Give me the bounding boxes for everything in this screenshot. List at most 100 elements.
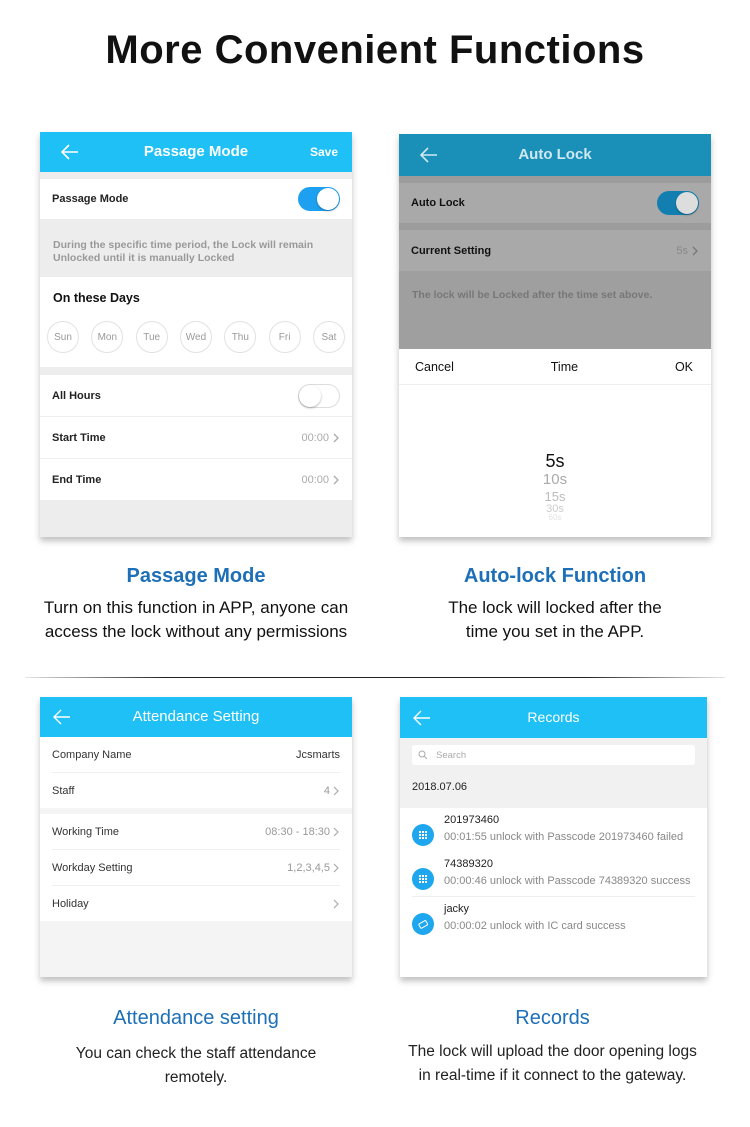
attendance-setting-screen: Attendance Setting Company Name Jcsmarts… bbox=[40, 697, 352, 977]
caption-text-line: access the lock without any permissions bbox=[44, 622, 348, 641]
search-and-date: Search 2018.07.06 bbox=[400, 738, 707, 808]
row-value: Jcsmarts bbox=[296, 748, 340, 761]
day-button-tue[interactable]: Tue bbox=[135, 321, 168, 353]
start-time-label: Start Time bbox=[52, 431, 106, 444]
company-name-row[interactable]: Company Name Jcsmarts bbox=[40, 737, 352, 772]
passage-description: During the specific time period, the Loc… bbox=[40, 219, 352, 277]
row-value: 1,2,3,4,5 bbox=[287, 861, 330, 874]
start-time-row[interactable]: Start Time 00:00 bbox=[40, 417, 352, 458]
auto-lock-description: The lock will be Locked after the time s… bbox=[399, 271, 711, 349]
day-button-sat[interactable]: Sat bbox=[312, 321, 345, 353]
passage-caption: Passage Mode Turn on this function in AP… bbox=[0, 565, 392, 644]
spacer bbox=[399, 223, 711, 230]
caption-heading: Attendance setting bbox=[113, 1007, 279, 1029]
screen-title: Passage Mode bbox=[143, 143, 249, 160]
row-label: Workday Setting bbox=[52, 861, 133, 874]
search-input[interactable]: Search bbox=[412, 745, 695, 765]
end-time-value: 00:00 bbox=[301, 473, 329, 486]
days-section: On these Days Sun Mon Tue Wed Thu Fri Sat bbox=[40, 277, 352, 367]
card-icon bbox=[412, 913, 434, 935]
day-button-thu[interactable]: Thu bbox=[224, 321, 257, 353]
chevron-right-icon bbox=[333, 899, 339, 908]
working-time-row[interactable]: Working Time 08:30 - 18:30 bbox=[40, 814, 352, 849]
record-name: 74389320 bbox=[444, 858, 493, 870]
spacer bbox=[40, 172, 352, 179]
record-detail: 00:00:02 unlock with IC card success bbox=[444, 920, 626, 932]
passage-mode-toggle[interactable] bbox=[298, 187, 340, 211]
screen-title: Attendance Setting bbox=[132, 708, 260, 725]
record-item[interactable]: 74389320 00:00:46 unlock with Passcode 74… bbox=[400, 852, 707, 896]
record-name: 201973460 bbox=[444, 814, 500, 826]
row-label: Holiday bbox=[52, 897, 89, 910]
chevron-right-icon bbox=[333, 827, 339, 836]
cancel-button[interactable]: Cancel bbox=[415, 360, 454, 374]
caption-heading: Records bbox=[515, 1007, 590, 1029]
caption-heading: Auto-lock Function bbox=[463, 565, 647, 587]
auto-lock-screen: Auto Lock Auto Lock Current Setting 5s T… bbox=[399, 134, 711, 537]
records-caption: Records The lock will upload the door op… bbox=[355, 1007, 750, 1088]
row-label: Company Name bbox=[52, 748, 132, 761]
day-button-mon[interactable]: Mon bbox=[91, 321, 124, 353]
record-detail: 00:00:46 unlock with Passcode 74389320 s… bbox=[444, 875, 691, 887]
record-item[interactable]: 201973460 00:01:55 unlock with Passcode 2… bbox=[400, 808, 707, 852]
record-item[interactable]: jacky 00:00:02 unlock with IC card succes… bbox=[400, 897, 707, 941]
all-hours-toggle[interactable] bbox=[298, 383, 340, 408]
company-group: Company Name Jcsmarts Staff 4 bbox=[40, 737, 352, 808]
picker-toolbar: Cancel Time OK bbox=[399, 349, 711, 385]
records-list: 201973460 00:01:55 unlock with Passcode 2… bbox=[400, 808, 707, 941]
save-button[interactable]: Save bbox=[310, 132, 338, 172]
records-screen: Records Search 2018.07.06 201973460 00:01… bbox=[400, 697, 707, 977]
day-selector: Sun Mon Tue Wed Thu Fri Sat bbox=[40, 321, 352, 353]
picker-option[interactable]: 60s bbox=[399, 513, 711, 522]
days-heading: On these Days bbox=[53, 291, 140, 305]
screen-title: Auto Lock bbox=[518, 146, 592, 163]
end-time-label: End Time bbox=[52, 473, 102, 486]
attendance-caption: Attendance setting You can check the sta… bbox=[0, 1007, 392, 1090]
chevron-right-icon bbox=[333, 433, 339, 442]
picker-option[interactable]: 15s bbox=[399, 489, 711, 504]
spacer bbox=[399, 176, 711, 183]
holiday-row[interactable]: Holiday bbox=[40, 886, 352, 921]
day-button-sun[interactable]: Sun bbox=[47, 321, 79, 353]
picker-option-selected[interactable]: 5s bbox=[399, 451, 711, 472]
spacer bbox=[40, 500, 352, 537]
keypad-icon bbox=[412, 868, 434, 890]
ok-button[interactable]: OK bbox=[675, 360, 693, 374]
row-value: 08:30 - 18:30 bbox=[265, 825, 330, 838]
autolock-caption: Auto-lock Function The lock will locked … bbox=[360, 565, 750, 644]
page-title: More Convenient Functions bbox=[105, 28, 645, 72]
time-picker-wheel[interactable]: 5s 10s 15s 30s 60s bbox=[399, 385, 711, 537]
day-button-wed[interactable]: Wed bbox=[179, 321, 212, 353]
chevron-right-icon bbox=[692, 246, 698, 255]
app-bar: Records bbox=[400, 697, 707, 738]
end-time-row[interactable]: End Time 00:00 bbox=[40, 459, 352, 500]
search-placeholder: Search bbox=[436, 749, 467, 761]
auto-lock-toggle[interactable] bbox=[657, 191, 699, 215]
caption-text-line: Turn on this function in APP, anyone can bbox=[43, 598, 349, 617]
picker-option[interactable]: 10s bbox=[399, 471, 711, 488]
caption-heading: Passage Mode bbox=[126, 565, 266, 587]
passage-mode-screen: Passage Mode Save Passage Mode During th… bbox=[40, 132, 352, 537]
caption-text-line: The lock will upload the door opening lo… bbox=[408, 1043, 697, 1060]
caption-text-line: The lock will locked after the bbox=[448, 598, 662, 617]
row-label: Working Time bbox=[52, 825, 120, 838]
section-divider bbox=[25, 677, 725, 678]
record-name: jacky bbox=[444, 903, 470, 915]
all-hours-label: All Hours bbox=[52, 389, 101, 402]
workday-setting-row[interactable]: Workday Setting 1,2,3,4,5 bbox=[40, 850, 352, 885]
schedule-group: Working Time 08:30 - 18:30 Workday Setti… bbox=[40, 814, 352, 921]
current-setting-label: Current Setting bbox=[411, 244, 492, 257]
search-icon bbox=[418, 750, 428, 760]
caption-text-line: time you set in the APP. bbox=[465, 622, 645, 641]
day-button-fri[interactable]: Fri bbox=[268, 321, 301, 353]
row-value: 4 bbox=[323, 784, 330, 797]
current-setting-row[interactable]: Current Setting 5s bbox=[399, 230, 711, 271]
all-hours-row: All Hours bbox=[40, 375, 352, 416]
date-header: 2018.07.06 bbox=[412, 781, 468, 793]
dimmed-background: Auto Lock Auto Lock Current Setting 5s T… bbox=[399, 134, 711, 349]
auto-lock-label: Auto Lock bbox=[411, 197, 465, 209]
staff-row[interactable]: Staff 4 bbox=[40, 773, 352, 808]
row-label: Staff bbox=[52, 784, 75, 797]
keypad-icon bbox=[412, 824, 434, 846]
passage-mode-row: Passage Mode bbox=[40, 179, 352, 219]
